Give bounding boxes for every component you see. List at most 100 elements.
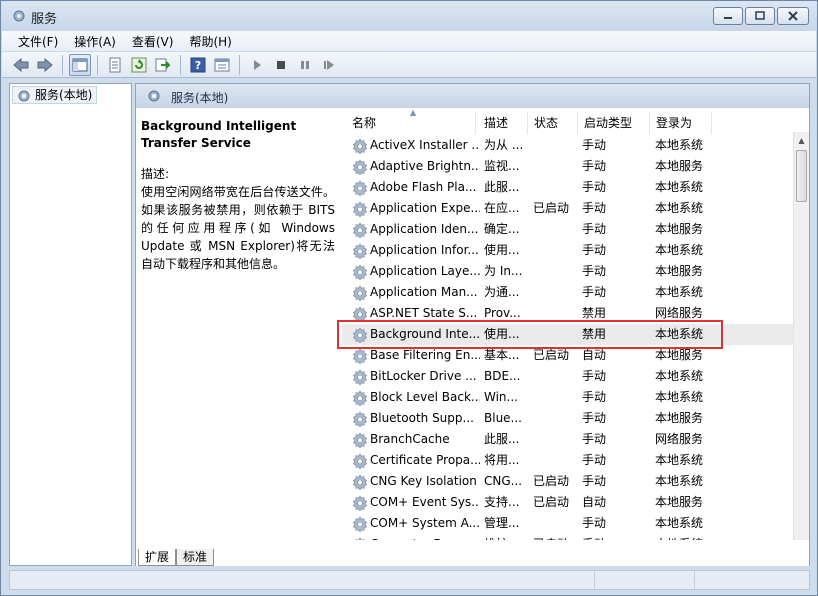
service-description: 将用... xyxy=(484,453,520,467)
service-logon-as: 本地系统 xyxy=(655,474,704,488)
close-button[interactable] xyxy=(777,7,809,25)
pause-icon[interactable] xyxy=(294,54,316,76)
window-title: 服务 xyxy=(31,12,58,27)
service-row[interactable]: Block Level Back... Win... 手动 本地系统 xyxy=(342,387,802,408)
minimize-button[interactable] xyxy=(713,7,743,25)
service-startup-type: 手动 xyxy=(582,453,607,467)
vertical-scrollbar[interactable]: ▲ ▼ xyxy=(793,132,809,540)
service-startup-type: 手动 xyxy=(582,390,607,404)
scrollbar-thumb[interactable] xyxy=(796,150,807,202)
service-description: 使用... xyxy=(484,327,520,341)
title-bar: 服务 xyxy=(1,1,817,31)
service-row[interactable]: Application Laye... 为 In... 手动 本地服务 xyxy=(342,261,802,282)
service-logon-as: 本地系统 xyxy=(655,453,704,467)
service-row[interactable]: BranchCache 此服... 手动 网络服务 xyxy=(342,429,802,450)
service-logon-as: 本地系统 xyxy=(655,201,704,215)
refresh-icon[interactable] xyxy=(128,54,150,76)
service-row[interactable]: Application Infor... 使用... 手动 本地系统 xyxy=(342,240,802,261)
scroll-up-icon[interactable]: ▲ xyxy=(794,132,809,148)
service-row[interactable]: COM+ System A... 管理... 手动 本地系统 xyxy=(342,513,802,534)
service-logon-as: 本地系统 xyxy=(655,390,704,404)
service-description: Win... xyxy=(484,390,518,404)
status-bar xyxy=(9,570,810,590)
restart-icon[interactable] xyxy=(318,54,340,76)
toolbar-separator xyxy=(62,54,63,75)
service-startup-type: 自动 xyxy=(582,495,607,509)
service-name: Application Infor... xyxy=(370,243,479,257)
menu-view[interactable]: 查看(V) xyxy=(124,33,182,50)
service-row[interactable]: BitLocker Drive ... BDE... 手动 本地系统 xyxy=(342,366,802,387)
tree-item-services-local[interactable]: 服务(本地) xyxy=(12,86,98,104)
column-header-name[interactable]: ▲ 名称 xyxy=(346,109,476,134)
menu-help[interactable]: 帮助(H) xyxy=(181,33,239,50)
description-panel: Background Intelligent Transfer Service … xyxy=(136,108,340,540)
forward-arrow-icon[interactable] xyxy=(34,54,56,76)
service-name: ActiveX Installer ... xyxy=(370,138,480,152)
service-row[interactable]: Application Iden... 确定... 手动 本地服务 xyxy=(342,219,802,240)
service-startup-type: 手动 xyxy=(582,432,607,446)
service-startup-type: 禁用 xyxy=(582,327,607,341)
service-row[interactable]: Certificate Propa... 将用... 手动 本地系统 xyxy=(342,450,802,471)
service-row[interactable]: Background Inte... 使用... 禁用 本地系统 xyxy=(342,324,802,345)
service-row[interactable]: ASP.NET State S... Prov... 禁用 网络服务 xyxy=(342,303,802,324)
service-logon-as: 网络服务 xyxy=(655,432,704,446)
service-description: 使用... xyxy=(484,243,520,257)
start-icon[interactable] xyxy=(246,54,268,76)
service-status: 已启动 xyxy=(533,495,570,509)
service-name: Background Inte... xyxy=(370,327,480,341)
service-row[interactable]: Application Expe... 在应... 已启动 手动 本地系统 xyxy=(342,198,802,219)
service-description: 此服... xyxy=(484,432,520,446)
service-row[interactable]: Base Filtering En... 基本... 已启动 自动 本地服务 xyxy=(342,345,802,366)
service-row[interactable]: Adaptive Brightn... 监视... 手动 本地服务 xyxy=(342,156,802,177)
column-header-logon-as[interactable]: 登录为 xyxy=(650,112,712,134)
column-header-status[interactable]: 状态 xyxy=(528,112,578,134)
service-description: 管理... xyxy=(484,516,520,530)
column-header-startup-type[interactable]: 启动类型 xyxy=(578,112,650,134)
view-icon[interactable] xyxy=(211,54,233,76)
service-name: Base Filtering En... xyxy=(370,348,480,362)
service-logon-as: 本地系统 xyxy=(655,285,704,299)
service-name: Application Laye... xyxy=(370,264,480,278)
properties-icon[interactable] xyxy=(104,54,126,76)
service-name: Application Iden... xyxy=(370,222,479,236)
service-row[interactable]: ActiveX Installer ... 为从 ... 手动 本地系统 xyxy=(342,135,802,156)
tab-standard[interactable]: 标准 xyxy=(176,549,215,566)
services-pane: 服务(本地) Background Intelligent Transfer S… xyxy=(135,83,810,566)
column-header-description[interactable]: 描述 xyxy=(478,112,528,134)
service-row[interactable]: Application Man... 为通... 手动 本地系统 xyxy=(342,282,802,303)
service-status: 已启动 xyxy=(533,474,570,488)
service-startup-type: 手动 xyxy=(582,201,607,215)
service-name: COM+ Event Sys... xyxy=(370,495,480,509)
service-row[interactable]: Adobe Flash Pla... 此服... 手动 本地系统 xyxy=(342,177,802,198)
menu-file[interactable]: 文件(F) xyxy=(10,33,66,50)
service-logon-as: 本地服务 xyxy=(655,348,704,362)
menu-action[interactable]: 操作(A) xyxy=(66,33,124,50)
service-row[interactable]: COM+ Event Sys... 支持... 已启动 自动 本地服务 xyxy=(342,492,802,513)
show-tree-icon[interactable] xyxy=(69,53,91,76)
service-logon-as: 本地服务 xyxy=(655,159,704,173)
service-logon-as: 本地服务 xyxy=(655,264,704,278)
service-logon-as: 本地服务 xyxy=(655,495,704,509)
status-segment xyxy=(10,571,595,589)
service-name: Application Man... xyxy=(370,285,478,299)
service-name: Certificate Propa... xyxy=(370,453,480,467)
service-name: BitLocker Drive ... xyxy=(370,369,477,383)
stop-icon[interactable] xyxy=(270,54,292,76)
maximize-button[interactable] xyxy=(745,7,775,25)
export-icon[interactable] xyxy=(152,54,174,76)
service-logon-as: 本地服务 xyxy=(655,222,704,236)
service-logon-as: 网络服务 xyxy=(655,306,704,320)
service-startup-type: 手动 xyxy=(582,222,607,236)
tab-extended[interactable]: 扩展 xyxy=(138,549,177,566)
service-startup-type: 手动 xyxy=(582,516,607,530)
menu-bar: 文件(F) 操作(A) 查看(V) 帮助(H) xyxy=(2,31,816,51)
back-arrow-icon[interactable] xyxy=(10,54,32,76)
service-row[interactable]: CNG Key Isolation CNG... 已启动 手动 本地系统 xyxy=(342,471,802,492)
toolbar: ? xyxy=(2,52,816,78)
service-name: Block Level Back... xyxy=(370,390,480,404)
service-description: 监视... xyxy=(484,159,520,173)
service-title: Background Intelligent Transfer Service xyxy=(141,119,297,150)
description-label: 描述: xyxy=(141,167,170,181)
help-icon[interactable]: ? xyxy=(187,54,209,76)
service-row[interactable]: Bluetooth Supp... Blue... 手动 本地服务 xyxy=(342,408,802,429)
